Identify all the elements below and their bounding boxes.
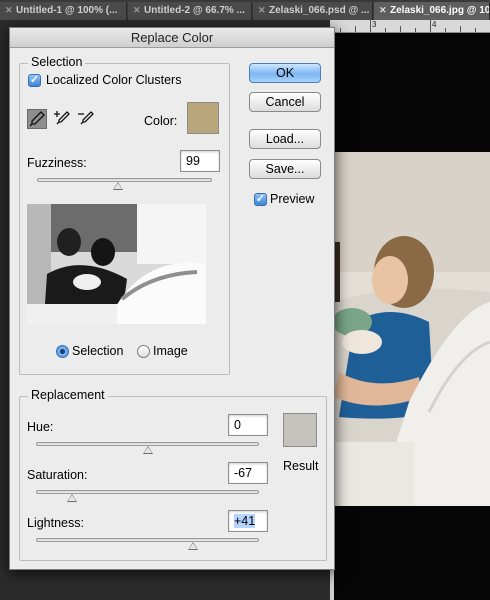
ruler-tick [460, 26, 461, 32]
replacement-legend: Replacement [28, 388, 108, 402]
ok-button[interactable]: OK [249, 63, 321, 83]
ruler-tick [355, 26, 356, 32]
tab-label: Zelaski_066.psd @ ... [269, 5, 370, 16]
ruler-tick [385, 28, 386, 32]
saturation-input[interactable]: -67 [228, 462, 268, 484]
tab-untitled-2[interactable]: ✕ Untitled-2 @ 66.7% ... [128, 2, 252, 20]
ruler-tick [370, 20, 371, 32]
close-tab-icon[interactable]: ✕ [5, 5, 13, 16]
close-tab-icon[interactable]: ✕ [379, 5, 387, 16]
tab-label: Zelaski_066.jpg @ 100 [390, 5, 490, 16]
ruler-tick [445, 28, 446, 32]
image-radio-label[interactable]: Image [153, 344, 188, 358]
preview-checkbox[interactable]: ✓ [254, 193, 267, 206]
result-label: Result [283, 459, 319, 473]
lightness-input[interactable]: +41 [228, 510, 268, 532]
hue-input[interactable]: 0 [228, 414, 268, 436]
saturation-slider-thumb[interactable] [67, 494, 77, 502]
selection-preview-image[interactable] [27, 204, 206, 324]
ruler-tick [400, 26, 401, 32]
dialog-title: Replace Color [10, 28, 334, 48]
tab-label: Untitled-2 @ 66.7% ... [144, 5, 245, 16]
replace-color-dialog: Replace Color Selection ✓ Localized Colo… [9, 27, 335, 570]
lightness-slider[interactable] [36, 538, 259, 542]
close-tab-icon[interactable]: ✕ [258, 5, 266, 16]
image-radio[interactable] [137, 345, 150, 358]
selection-radio[interactable] [56, 345, 69, 358]
eyedropper-minus-icon [78, 111, 94, 125]
fuzziness-value: 99 [186, 154, 200, 168]
lightness-slider-thumb[interactable] [188, 542, 198, 550]
ruler-tick [415, 28, 416, 32]
lightness-value: +41 [234, 514, 256, 528]
hue-value: 0 [234, 418, 241, 432]
localized-color-clusters-checkbox[interactable]: ✓ [28, 74, 41, 87]
eyedropper-icon [29, 111, 45, 127]
tab-zelaski-psd[interactable]: ✕ Zelaski_066.psd @ ... [253, 2, 373, 20]
ruler-tick [430, 20, 431, 32]
tab-label: Untitled-1 @ 100% (... [16, 5, 118, 16]
result-color-swatch[interactable] [283, 413, 317, 447]
cancel-button[interactable]: Cancel [249, 92, 321, 112]
selection-legend: Selection [28, 55, 86, 69]
eyedropper-plus-icon [54, 111, 70, 125]
preview-label[interactable]: Preview [270, 192, 314, 206]
hue-label: Hue: [27, 420, 54, 434]
ruler-tick [340, 28, 341, 32]
document-tab-bar: ✕ Untitled-1 @ 100% (... ✕ Untitled-2 @ … [0, 0, 490, 20]
ruler-tick [475, 28, 476, 32]
ruler-number: 4 [432, 20, 437, 29]
eyedropper-tool[interactable] [27, 109, 47, 129]
load-button[interactable]: Load... [249, 129, 321, 149]
checkmark-icon: ✓ [255, 193, 266, 205]
tab-untitled-1[interactable]: ✕ Untitled-1 @ 100% (... [0, 2, 127, 20]
ruler-number: 3 [372, 20, 377, 29]
localized-color-clusters-label[interactable]: Localized Color Clusters [46, 73, 181, 87]
checkmark-icon: ✓ [29, 74, 40, 86]
close-tab-icon[interactable]: ✕ [133, 5, 141, 16]
hue-slider-thumb[interactable] [143, 446, 153, 454]
selection-color-swatch[interactable] [187, 102, 219, 134]
color-label: Color: [144, 114, 178, 128]
fuzziness-slider[interactable] [37, 178, 212, 182]
document-photo[interactable] [334, 152, 490, 506]
fuzziness-input[interactable]: 99 [180, 150, 220, 172]
subtract-from-sample-tool[interactable] [76, 109, 96, 129]
save-button[interactable]: Save... [249, 159, 321, 179]
selection-radio-label[interactable]: Selection [72, 344, 123, 358]
saturation-label: Saturation: [27, 468, 88, 482]
tab-zelaski-jpg[interactable]: ✕ Zelaski_066.jpg @ 100 [374, 2, 490, 20]
add-to-sample-tool[interactable] [52, 109, 72, 129]
horizontal-ruler: 3 4 [330, 20, 490, 33]
fuzziness-label: Fuzziness: [27, 156, 87, 170]
fuzziness-slider-thumb[interactable] [112, 182, 123, 190]
lightness-label: Lightness: [27, 516, 84, 530]
saturation-value: -67 [234, 466, 253, 480]
